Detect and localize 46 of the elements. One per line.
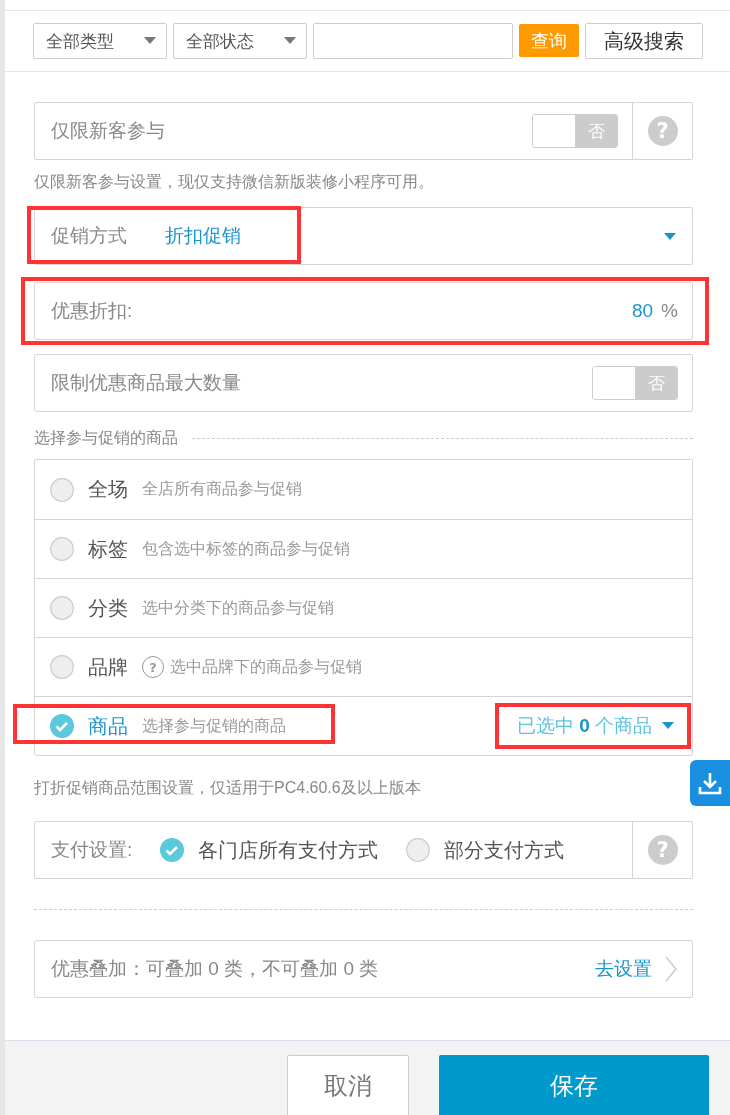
section-title: 选择参与促销的商品 (34, 428, 178, 448)
unit-label: % (660, 300, 678, 322)
field-label: 支付设置: (50, 838, 133, 862)
caret-icon (144, 37, 156, 45)
field-label: 仅限新客参与 (50, 119, 165, 143)
save-button[interactable]: 保存 (439, 1055, 709, 1115)
query-button[interactable]: 查询 (519, 24, 579, 57)
stacking-summary: 优惠叠加：可叠加 0 类，不可叠加 0 类 (50, 957, 379, 981)
cancel-button[interactable]: 取消 (287, 1055, 409, 1115)
caret-icon (664, 233, 676, 241)
settings-link[interactable]: 去设置 (595, 956, 652, 982)
radio-unchecked[interactable] (406, 838, 431, 862)
caret-icon (662, 722, 674, 730)
field-label: 限制优惠商品最大数量 (50, 371, 241, 395)
chevron-right-icon (664, 955, 678, 983)
hint-text: 仅限新客参与设置，现仅支持微信新版装修小程序可用。 (34, 172, 435, 192)
radio-unchecked[interactable] (50, 655, 74, 679)
option-label[interactable]: 全场 (88, 476, 128, 503)
hint-text: 打折促销商品范围设置，仅适用于PC4.60.6及以上版本 (34, 778, 422, 798)
caret-icon (284, 37, 296, 45)
option-description: 选中分类下的商品参与促销 (142, 597, 334, 618)
option-label[interactable]: 分类 (88, 594, 128, 622)
radio-checked[interactable] (160, 838, 185, 862)
advanced-search-button[interactable]: 高级搜索 (585, 23, 703, 59)
option-description: 包含选中标签的商品参与促销 (142, 538, 350, 559)
payment-option-label[interactable]: 各门店所有支付方式 (198, 836, 379, 864)
option-description: 全店所有商品参与促销 (142, 479, 302, 499)
option-label[interactable]: 标签 (88, 535, 128, 563)
download-button[interactable] (690, 760, 730, 806)
option-description: 选择参与促销的商品 (142, 715, 286, 736)
help-button[interactable]: ? (142, 656, 164, 678)
download-icon (697, 770, 723, 796)
search-field[interactable] (313, 23, 513, 59)
radio-unchecked[interactable] (50, 596, 74, 620)
option-label[interactable]: 商品 (88, 712, 128, 740)
radio-unchecked[interactable] (50, 537, 74, 561)
filter-dropdown[interactable]: 全部类型 (33, 23, 167, 59)
option-description: 选中品牌下的商品参与促销 (170, 656, 362, 677)
filter-dropdown[interactable]: 全部状态 (173, 23, 307, 59)
field-label: 优惠折扣: (50, 299, 133, 323)
radio-checked[interactable] (50, 714, 74, 738)
option-label[interactable]: 品牌 (88, 653, 128, 681)
payment-option-label[interactable]: 部分支付方式 (444, 836, 565, 864)
selected-count-dropdown[interactable]: 已选中 0 个商品 (510, 712, 680, 740)
discount-value[interactable]: 80 (631, 300, 654, 322)
radio-unchecked[interactable] (50, 477, 74, 502)
